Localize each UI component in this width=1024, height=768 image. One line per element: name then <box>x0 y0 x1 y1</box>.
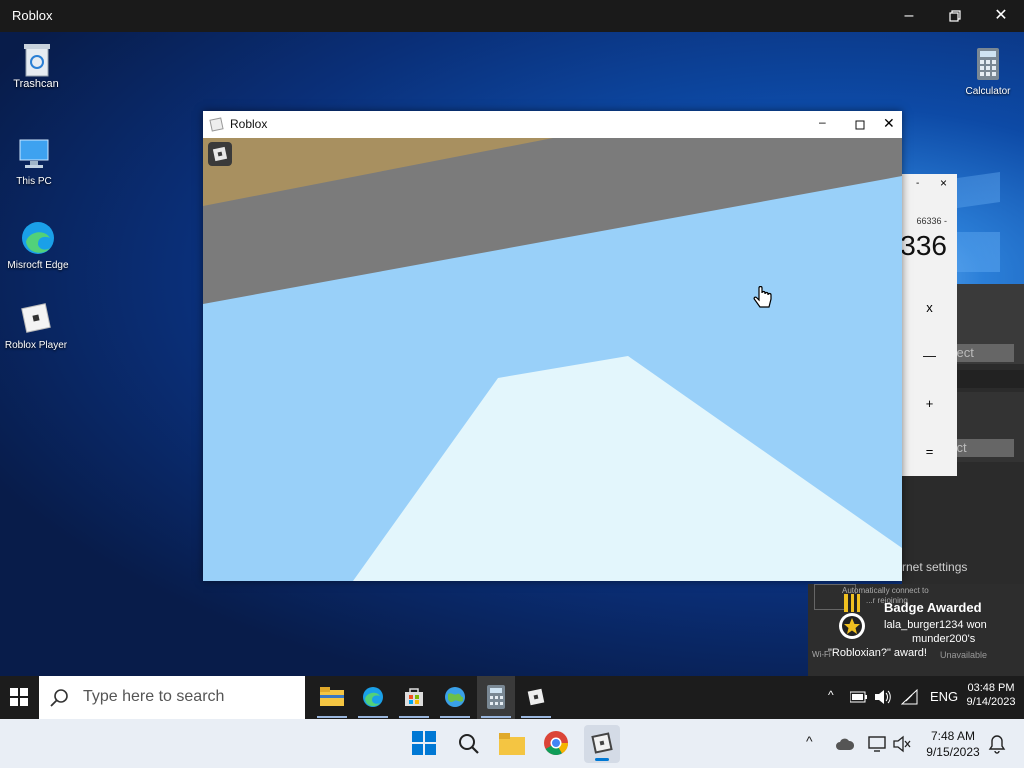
inner-clock-time: 03:48 PM <box>967 682 1015 694</box>
win11-tray-chevron[interactable]: ^ <box>806 733 813 749</box>
inner-clock-date: 9/14/2023 <box>966 696 1016 708</box>
close-button[interactable]: ✕ <box>978 0 1024 32</box>
calc-equals-button[interactable]: = <box>902 428 957 476</box>
unavailable-label: Unavailable <box>940 650 988 660</box>
win11-roblox[interactable] <box>584 725 620 763</box>
battery-icon[interactable] <box>850 691 868 703</box>
outer-clock-date: 9/15/2023 <box>926 745 980 759</box>
recycle-bin-icon <box>18 40 54 77</box>
outer-clock[interactable]: 7:48 AM 9/15/2023 <box>918 729 988 759</box>
outer-taskbar: ^ 7:48 AM 9/15/2023 <box>0 719 1024 768</box>
calculator-window: - × 66336 - 336 x — + = <box>900 174 957 476</box>
calc-minus-button[interactable]: — <box>902 332 957 380</box>
taskbar-store[interactable] <box>395 676 433 719</box>
taskbar-maps[interactable] <box>436 676 474 719</box>
desktop-icon-roblox-player[interactable]: Roblox Player <box>0 300 72 351</box>
roblox-window: Roblox – ✕ <box>203 111 902 581</box>
calculator-icon <box>487 685 505 709</box>
hand-cursor-icon <box>753 286 772 308</box>
start-button[interactable] <box>0 676 38 719</box>
calc-multiply-button[interactable]: x <box>902 284 957 332</box>
edge-icon <box>20 220 56 256</box>
inner-taskbar: Type here to search ^ ENG 03:48 PM 9/14/… <box>0 676 1024 719</box>
calculator-icon <box>970 46 1006 82</box>
calc-plus-button[interactable]: + <box>902 380 957 428</box>
roblox-game-viewport[interactable] <box>203 138 902 581</box>
wifi-icon[interactable] <box>901 689 919 705</box>
taskbar-file-explorer[interactable] <box>313 676 351 719</box>
desktop-icon-label: Trashcan <box>13 78 59 90</box>
desktop-icon-this-pc[interactable]: This PC <box>0 136 70 187</box>
taskbar-roblox[interactable] <box>517 676 555 719</box>
badge-title: Badge Awarded <box>884 600 982 615</box>
volume-icon[interactable] <box>874 689 892 705</box>
maximize-button[interactable] <box>932 0 978 32</box>
outer-clock-time: 7:48 AM <box>930 729 976 743</box>
medal-icon <box>839 594 865 639</box>
roblox-window-title: Roblox <box>230 117 268 131</box>
outer-window-titlebar: Roblox – ✕ <box>0 0 1024 32</box>
badge-line-1: lala_burger1234 won <box>884 619 987 631</box>
taskbar-edge[interactable] <box>354 676 392 719</box>
roblox-maximize-button[interactable] <box>855 117 865 135</box>
desktop-icon-label: Calculator <box>965 86 1011 97</box>
network-icon[interactable] <box>868 735 888 753</box>
edge-icon <box>363 687 383 707</box>
roblox-app-icon <box>209 117 224 132</box>
win11-start-button[interactable] <box>410 729 438 757</box>
windows-logo-icon <box>10 688 28 706</box>
roblox-titlebar: Roblox – ✕ <box>203 111 902 138</box>
cloud-icon[interactable] <box>836 736 854 752</box>
language-indicator[interactable]: ENG <box>930 689 958 704</box>
game-scene <box>203 138 902 581</box>
windows-logo-icon <box>412 731 436 755</box>
roblox-icon <box>591 732 613 754</box>
roblox-minimize-button[interactable]: – <box>819 115 826 129</box>
calc-display: 336 <box>900 230 947 261</box>
roblox-icon <box>18 300 54 336</box>
desktop-icon-edge[interactable]: Misrocft Edge <box>2 220 74 271</box>
win11-search-button[interactable] <box>455 729 483 757</box>
volume-muted-icon[interactable] <box>893 735 913 753</box>
search-placeholder: Type here to search <box>83 688 225 705</box>
calc-close-button[interactable]: × <box>940 176 947 190</box>
taskbar-search-box[interactable]: Type here to search <box>39 676 305 719</box>
badge-line-2: munder200's <box>912 633 976 645</box>
roblox-icon <box>527 688 545 706</box>
search-icon <box>50 689 68 707</box>
roblox-menu-button[interactable] <box>208 142 232 166</box>
badge-line-3: "Robloxian?" award! <box>828 647 927 659</box>
desktop-icon-label: This PC <box>16 176 52 187</box>
restore-icon <box>949 10 961 22</box>
internet-settings-link[interactable]: rnet settings <box>902 560 967 574</box>
chrome-icon <box>544 731 568 756</box>
minimize-button[interactable]: – <box>886 0 932 32</box>
desktop-icon-label: Misrocft Edge <box>7 260 69 271</box>
store-icon <box>405 688 423 706</box>
notification-bell-icon[interactable] <box>988 734 1006 754</box>
inner-clock[interactable]: 03:48 PM 9/14/2023 <box>966 682 1016 708</box>
folder-icon <box>320 687 344 706</box>
tray-overflow-chevron[interactable]: ^ <box>828 688 834 702</box>
globe-icon <box>445 687 465 707</box>
desktop-icon-calculator[interactable]: Calculator <box>952 46 1024 97</box>
calc-history: 66336 - <box>916 216 947 226</box>
calc-minimize-button[interactable]: - <box>916 178 919 189</box>
taskbar-calculator[interactable] <box>477 676 515 719</box>
badge-notification[interactable]: Automatically connect to ...r rejoining … <box>808 584 1024 676</box>
desktop-icon-trashcan[interactable]: Trashcan <box>0 40 72 90</box>
win11-chrome[interactable] <box>542 729 570 757</box>
roblox-logo-icon <box>212 146 228 162</box>
search-icon <box>459 734 479 754</box>
folder-icon <box>499 733 525 755</box>
desktop-icon-label: Roblox Player <box>4 340 68 351</box>
win11-file-explorer[interactable] <box>498 729 526 757</box>
outer-window-title: Roblox <box>12 8 53 23</box>
computer-icon <box>16 136 52 172</box>
roblox-close-button[interactable]: ✕ <box>883 115 895 132</box>
